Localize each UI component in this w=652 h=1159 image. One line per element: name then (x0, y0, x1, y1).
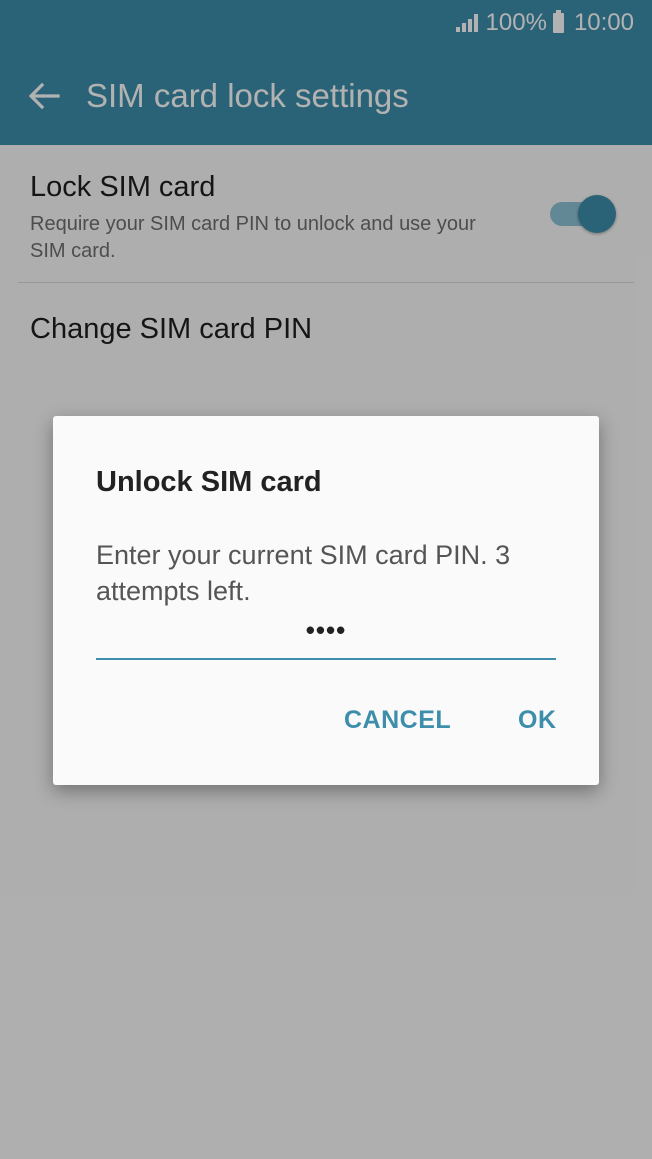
cancel-button[interactable]: CANCEL (344, 706, 451, 735)
dialog-title: Unlock SIM card (96, 466, 322, 498)
dialog-message: Enter your current SIM card PIN. 3 attem… (96, 540, 511, 606)
pin-input[interactable]: •••• (96, 612, 556, 660)
ok-button[interactable]: OK (518, 706, 557, 735)
unlock-sim-dialog: Unlock SIM card Enter your current SIM c… (53, 416, 599, 785)
